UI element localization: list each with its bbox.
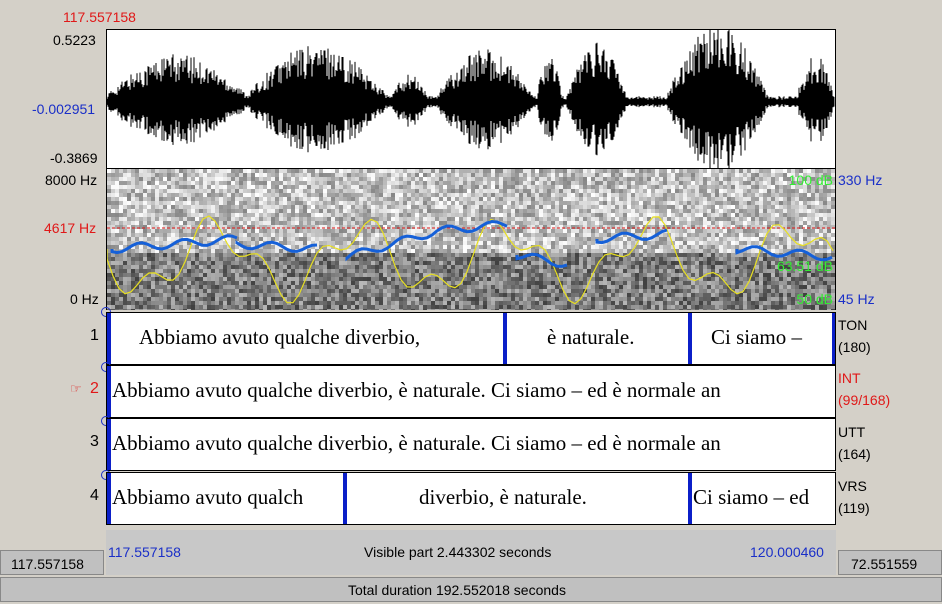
tier-4-count: (119) (838, 500, 870, 516)
tier-3-utt[interactable]: Abbiamo avuto qualche diverbio, è natura… (106, 418, 836, 471)
intensity-bottom-label: 50 dB (796, 291, 833, 307)
tier-4-number: 4 (90, 487, 99, 504)
tier-4-segment[interactable]: Ci siamo – ed (693, 485, 809, 510)
tier-1-segment[interactable]: è naturale. (547, 325, 634, 350)
waveform-panel[interactable] (106, 29, 836, 169)
visible-start-label: 117.557158 (108, 544, 181, 560)
spectrogram-panel[interactable]: 100 dB 63.51 dB 50 dB (106, 169, 836, 310)
left-total-segment[interactable]: 117.557158 (0, 550, 104, 575)
tier-1-ton[interactable]: Abbiamo avuto qualche diverbio, è natura… (106, 312, 836, 365)
tier-2-name: INT (838, 370, 861, 386)
tier-3-segment[interactable]: Abbiamo avuto qualche diverbio, è natura… (112, 431, 721, 456)
visible-end-label: 120.000460 (750, 544, 824, 560)
right-total-label: 72.551559 (851, 556, 918, 572)
tier-2-int[interactable]: Abbiamo avuto qualche diverbio, è natura… (106, 365, 836, 418)
spectrogram-graph (107, 169, 835, 310)
waveform-trace (107, 30, 835, 168)
spectrogram-top-freq: 8000 Hz (45, 172, 98, 188)
right-total-segment[interactable]: 72.551559 (838, 550, 942, 575)
total-duration-label: Total duration 192.552018 seconds (348, 582, 566, 598)
pitch-bottom-label: 45 Hz (838, 291, 875, 307)
left-total-label: 117.557158 (11, 556, 84, 572)
tier-2-number: 2 (90, 380, 99, 397)
intensity-top-label: 100 dB (788, 172, 833, 188)
waveform-max-label: 0.5223 (53, 32, 96, 48)
tier-3-name: UTT (838, 424, 866, 440)
tier-4-boundary[interactable] (343, 473, 347, 524)
tier-1-boundary[interactable] (503, 313, 507, 364)
tier-4-boundary[interactable] (688, 473, 692, 524)
waveform-min-label: -0.3869 (50, 150, 98, 166)
tier-3-count: (164) (838, 446, 871, 462)
tier-2-boundary[interactable] (107, 366, 111, 417)
total-duration-bar[interactable]: Total duration 192.552018 seconds (0, 577, 942, 602)
tier-4-segment[interactable]: Abbiamo avuto qualch (112, 485, 303, 510)
waveform-graph (107, 30, 835, 168)
waveform-zero-label: -0.002951 (32, 101, 96, 117)
visible-part-label: Visible part 2.443302 seconds (364, 544, 552, 560)
tier-1-name: TON (838, 317, 868, 333)
tier-1-boundary[interactable] (832, 313, 835, 364)
tier-1-segment[interactable]: Ci siamo – (711, 325, 802, 350)
tier-4-vrs[interactable]: Abbiamo avuto qualch diverbio, è natural… (106, 472, 836, 525)
spectrogram-bottom-freq: 0 Hz (70, 291, 99, 307)
tier-1-segment[interactable]: Abbiamo avuto qualche diverbio, (139, 325, 420, 350)
tier-1-boundary[interactable] (688, 313, 692, 364)
tier-1-boundary[interactable] (107, 313, 111, 364)
tier-1-count: (180) (838, 339, 871, 355)
tier-3-boundary[interactable] (107, 419, 111, 470)
tier-2-count: (99/168) (838, 392, 891, 408)
cursor-time-label: 117.557158 (63, 9, 136, 25)
tier-4-name: VRS (838, 478, 867, 494)
tier-2-segment[interactable]: Abbiamo avuto qualche diverbio, è natura… (112, 378, 721, 403)
intensity-mid-label: 63.51 dB (776, 258, 833, 274)
tier-4-segment[interactable]: diverbio, è naturale. (419, 485, 587, 510)
tier-1-number: 1 (90, 327, 99, 344)
spectrogram-cursor-freq: 4617 Hz (44, 220, 97, 236)
tier-4-boundary[interactable] (107, 473, 111, 524)
pitch-top-label: 330 Hz (838, 172, 883, 188)
selected-tier-hand-icon: ☞ (70, 381, 82, 396)
tier-3-number: 3 (90, 433, 99, 450)
